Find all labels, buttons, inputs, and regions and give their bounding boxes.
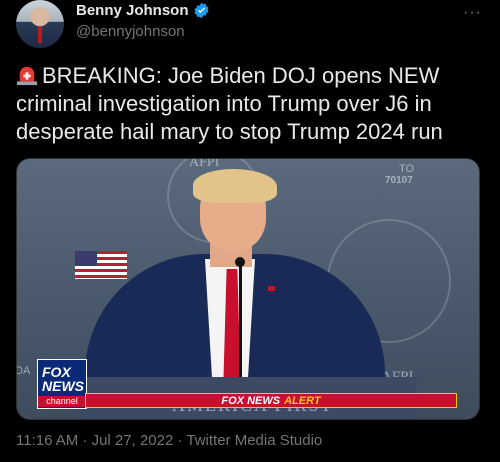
fox-logo-line2: NEWS <box>42 378 84 394</box>
fox-news-alert-bar: FOX NEWS ALERT <box>85 393 457 408</box>
fox-news-logo: FOX NEWS channel <box>37 359 87 409</box>
author-display-name[interactable]: Benny Johnson <box>76 2 189 19</box>
background-text-left: DA <box>16 365 31 377</box>
background-text-to: TO <box>399 163 415 175</box>
tweet-body: BREAKING: Joe Biden DOJ opens NEW crimin… <box>16 63 443 144</box>
background-text-number: 70107 <box>385 175 413 186</box>
speaker-hair <box>193 169 277 203</box>
microphone-icon <box>235 257 245 267</box>
lapel-flag-pin <box>268 286 275 291</box>
alert-bar-suffix: ALERT <box>284 394 321 407</box>
author-avatar[interactable] <box>16 0 64 48</box>
avatar-tie <box>38 27 42 43</box>
microphone-stand <box>239 265 242 395</box>
background-text-top: AFPI <box>189 158 220 170</box>
author-name-row[interactable]: Benny Johnson <box>76 2 210 19</box>
alert-bar-prefix: FOX NEWS <box>221 394 281 407</box>
fox-logo-line3: channel <box>38 396 86 407</box>
verified-badge-icon <box>194 2 209 19</box>
tweet-media-image[interactable]: AFPI TO 70107 AFPI DA AMERICA FIRST FOX … <box>16 158 480 420</box>
more-options-icon[interactable]: ··· <box>463 4 482 22</box>
tweet-text: BREAKING: Joe Biden DOJ opens NEW crimin… <box>16 62 486 146</box>
us-flag-image <box>75 251 127 279</box>
rotating-light-icon <box>16 66 38 86</box>
tweet-timestamp[interactable]: 11:16 AM · Jul 27, 2022 · Twitter Media … <box>16 432 322 449</box>
author-handle[interactable]: @bennyjohnson <box>76 23 185 40</box>
